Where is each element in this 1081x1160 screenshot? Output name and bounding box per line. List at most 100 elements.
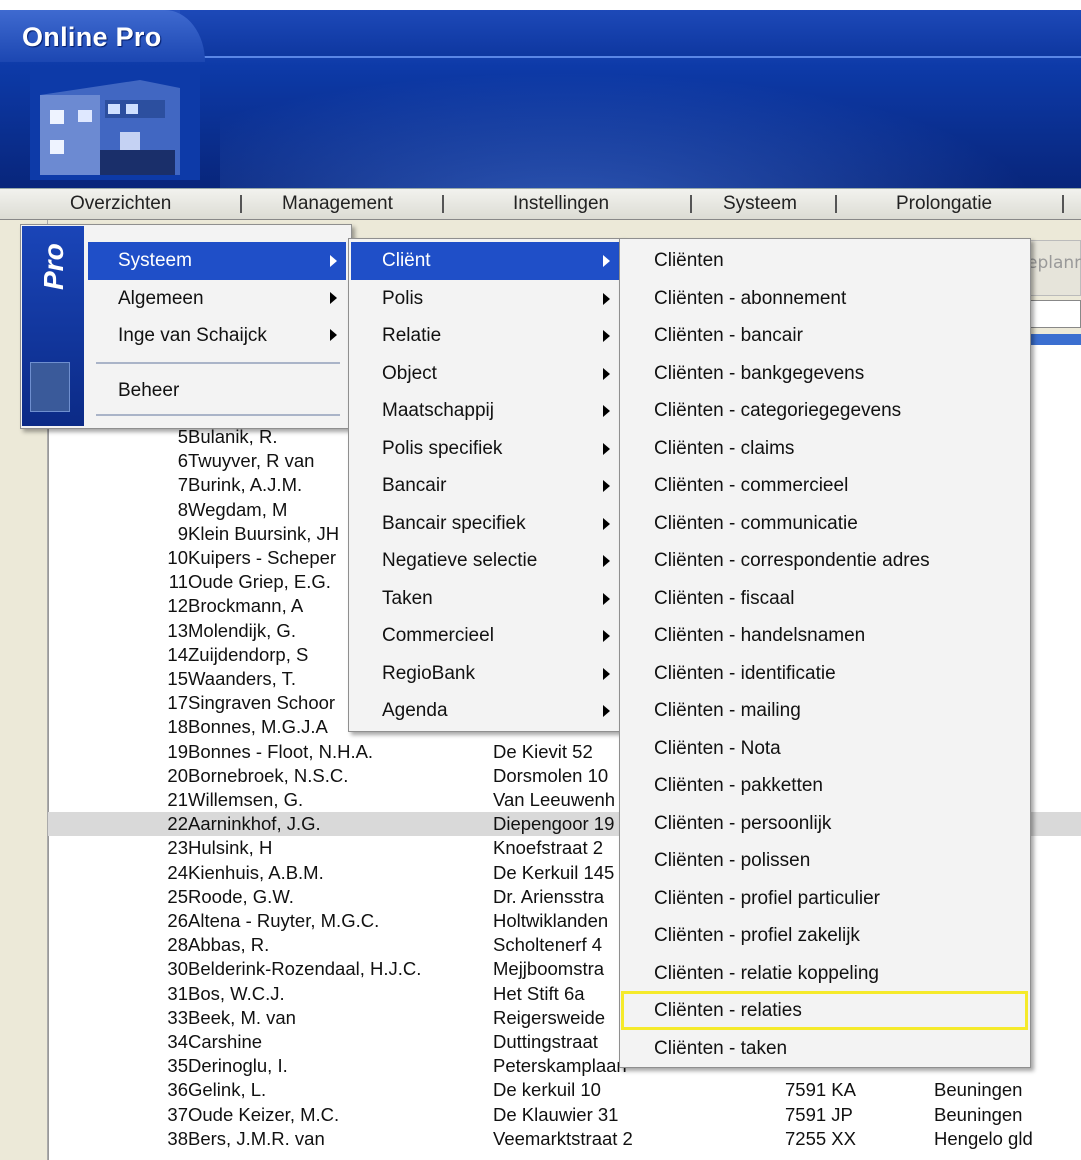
submenu-arrow-icon — [603, 480, 610, 492]
start-menu-item-user[interactable]: Inge van Schaijck — [118, 325, 267, 347]
row-number: 34 — [167, 1031, 188, 1052]
client-menu-item[interactable]: Cliënten - handelsnamen — [654, 625, 865, 647]
table-row[interactable]: 36 Gelink, L. De kerkuil 10 7591 KA Beuninge… — [48, 1078, 1081, 1102]
row-number: 6 — [177, 450, 188, 472]
row-number: 37 — [167, 1103, 188, 1125]
address-cell: De Kievit 52 — [493, 740, 593, 762]
table-row[interactable]: 38 Bers, J.M.R. van Veemarktstraat 2 7255 X… — [48, 1127, 1081, 1151]
menu-management[interactable]: Management — [282, 193, 393, 215]
submenu-arrow-icon — [603, 330, 610, 342]
city-cell: Beuningen — [934, 1103, 1023, 1125]
menu-separator — [442, 195, 444, 213]
client-menu-item[interactable]: Cliënten - identificatie — [654, 663, 836, 685]
client-menu-item[interactable]: Cliënten - mailing — [654, 700, 801, 722]
app-title: Online Pro — [22, 22, 162, 52]
client-menu-item[interactable]: Cliënten - commercieel — [654, 475, 848, 497]
client-name-cell: Oude Griep, E.G. — [188, 571, 331, 593]
submenu-item-taken[interactable]: Taken — [382, 588, 433, 610]
address-cell: Diepengoor 19 — [493, 813, 615, 835]
client-menu-item[interactable]: Cliënten - polissen — [654, 850, 810, 872]
submenu-item-negatieve-selectie[interactable]: Negatieve selectie — [382, 550, 537, 572]
submenu-item-bancair[interactable]: Bancair — [382, 475, 446, 497]
submenu-arrow-icon — [603, 405, 610, 417]
client-name-cell: Bulanik, R. — [188, 426, 278, 447]
menu-systeem[interactable]: Systeem — [723, 193, 797, 215]
client-menu-item[interactable]: Cliënten - abonnement — [654, 288, 846, 310]
submenu-item-agenda[interactable]: Agenda — [382, 700, 448, 722]
client-name-cell: Roode, G.W. — [188, 885, 294, 907]
address-cell: Duttingstraat — [493, 1031, 598, 1052]
row-number: 21 — [167, 789, 188, 810]
menu-separator — [835, 195, 837, 213]
client-menu-item[interactable]: Cliënten - Nota — [654, 738, 781, 760]
address-cell: Peterskamplaan — [493, 1055, 627, 1077]
client-menu-item[interactable]: Cliënten - profiel particulier — [654, 888, 880, 910]
submenu-arrow-icon — [330, 292, 337, 304]
submenu-item-maatschappij[interactable]: Maatschappij — [382, 400, 494, 422]
submenu-item-regiobank[interactable]: RegioBank — [382, 663, 475, 685]
client-name-cell: Kuipers - Scheper — [188, 547, 337, 568]
address-cell: Dr. Ariensstra — [493, 885, 605, 907]
client-name-cell: Zuijdendorp, S — [188, 643, 309, 665]
address-cell: Veemarktstraat 2 — [493, 1127, 633, 1149]
client-menu-item[interactable]: Cliënten - relatie koppeling — [654, 963, 879, 985]
menu-separator — [240, 195, 242, 213]
client-name-cell: Bers, J.M.R. van — [188, 1127, 325, 1149]
client-name-cell: Altena - Ruyter, M.G.C. — [188, 910, 380, 931]
row-number: 25 — [167, 885, 188, 907]
submenu-item-commercieel[interactable]: Commercieel — [382, 625, 494, 647]
client-menu-item[interactable]: Cliënten - pakketten — [654, 775, 823, 797]
submenu-item-polis[interactable]: Polis — [382, 288, 423, 310]
client-name-cell: Klein Buursink, JH — [188, 522, 340, 544]
submenu-item-cli-nt[interactable]: Cliënt — [382, 250, 431, 272]
menu-overzichten[interactable]: Overzichten — [70, 193, 171, 215]
row-number: 26 — [167, 910, 188, 931]
client-name-cell: Carshine — [188, 1031, 263, 1052]
client-menu-item[interactable]: Cliënten - claims — [654, 438, 794, 460]
submenu-item-bancair-specifiek[interactable]: Bancair specifiek — [382, 513, 526, 535]
submenu-item-relatie[interactable]: Relatie — [382, 325, 441, 347]
address-cell: Mejjboomstra — [493, 958, 605, 980]
postcode-cell: 7255 XX — [785, 1127, 856, 1149]
table-row[interactable]: 37 Oude Keizer, M.C. De Klauwier 31 7591 JP… — [48, 1103, 1081, 1127]
menu-prolongatie[interactable]: Prolongatie — [896, 193, 992, 215]
submenu-arrow-icon — [603, 555, 610, 567]
start-menu-item-beheer[interactable]: Beheer — [118, 380, 179, 402]
row-number: 11 — [168, 571, 188, 593]
pro-emblem-icon — [30, 362, 70, 412]
submenu-arrow-icon — [603, 292, 610, 305]
submenu-item-object[interactable]: Object — [382, 363, 437, 385]
client-menu-item[interactable]: Cliënten — [654, 250, 724, 272]
submenu-item-polis-specifiek[interactable]: Polis specifiek — [382, 438, 502, 460]
client-menu-item[interactable]: Cliënten - bancair — [654, 325, 803, 347]
client-menu-item[interactable]: Cliënten - fiscaal — [654, 588, 794, 610]
submenu-arrow-icon — [603, 367, 610, 380]
client-name-cell: Gelink, L. — [188, 1079, 267, 1101]
main-menubar: Overzichten Management Instellingen Syst… — [0, 188, 1081, 220]
submenu-arrow-icon — [603, 667, 610, 680]
client-name-cell: Belderink-Rozendaal, H.J.C. — [188, 958, 422, 980]
submenu-arrow-icon — [330, 255, 337, 267]
row-number: 20 — [167, 764, 188, 786]
client-menu-item[interactable]: Cliënten - profiel zakelijk — [654, 925, 860, 947]
address-cell: Het Stift 6a — [493, 982, 585, 1004]
client-name-cell: Bonnes, M.G.J.A — [188, 716, 328, 738]
row-number: 38 — [167, 1127, 188, 1149]
client-name-cell: Bornebroek, N.S.C. — [188, 764, 349, 786]
start-menu-item-systeem[interactable]: Systeem — [118, 250, 192, 272]
client-name-cell: Molendijk, G. — [188, 619, 296, 641]
client-menu-item[interactable]: Cliënten - correspondentie adres — [654, 550, 930, 572]
client-name-cell: Brockmann, A — [188, 595, 304, 617]
client-menu-item[interactable]: Cliënten - persoonlijk — [654, 813, 831, 835]
start-menu-item-algemeen[interactable]: Algemeen — [118, 288, 204, 310]
client-menu-item[interactable]: Cliënten - categoriegegevens — [654, 400, 901, 422]
client-menu-item[interactable]: Cliënten - communicatie — [654, 513, 858, 535]
banner-bar — [180, 10, 1081, 58]
right-panel-label: eplann — [1027, 253, 1081, 273]
row-number: 10 — [167, 547, 188, 568]
client-menu-item[interactable]: Cliënten - bankgegevens — [654, 363, 864, 385]
client-name-cell: Twuyver, R van — [188, 450, 315, 472]
client-menu-item[interactable]: Cliënten - taken — [654, 1038, 787, 1060]
menu-instellingen[interactable]: Instellingen — [513, 193, 609, 215]
client-name-cell: Waanders, T. — [188, 668, 296, 689]
